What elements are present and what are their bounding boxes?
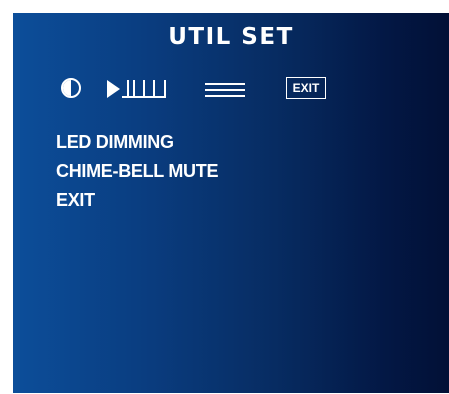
- play-icon[interactable]: [107, 80, 120, 98]
- menu-item-exit[interactable]: EXIT: [56, 186, 218, 215]
- contrast-icon[interactable]: [61, 78, 81, 98]
- osd-panel: UTIL SET EXIT LED DIMMING CHIME-BELL MUT…: [13, 13, 449, 393]
- menu-list: LED DIMMING CHIME-BELL MUTE EXIT: [56, 128, 218, 215]
- menu-item-led-dimming[interactable]: LED DIMMING: [56, 128, 218, 157]
- level-bars-icon[interactable]: [122, 80, 166, 98]
- exit-icon[interactable]: EXIT: [286, 77, 326, 99]
- lines-icon[interactable]: [205, 82, 245, 98]
- menu-title: UTIL SET: [168, 24, 294, 50]
- menu-item-chime-bell-mute[interactable]: CHIME-BELL MUTE: [56, 157, 218, 186]
